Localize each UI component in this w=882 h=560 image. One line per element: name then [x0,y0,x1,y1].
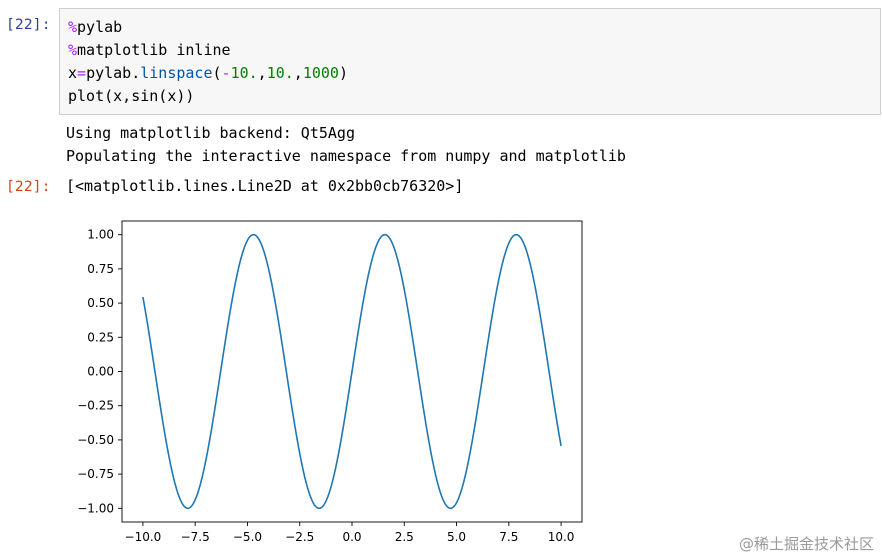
repr-output: [<matplotlib.lines.Line2D at 0x2bb0cb763… [66,177,464,195]
code-operator: = [77,64,87,82]
code-variable: x [68,64,78,82]
code-line-3: x=pylab.linspace(-10.,10.,1000) [68,62,348,85]
stream-line: Populating the interactive namespace fro… [66,147,626,165]
y-tick-label: 0.50 [87,296,114,310]
input-prompt: [22]: [6,17,51,33]
y-tick-label: 0.00 [87,365,114,379]
y-tick-label: 1.00 [87,228,114,242]
x-tick-label: −2.5 [285,530,314,544]
code-line-4: plot(x,sin(x)) [68,87,195,105]
code-line-1: %pylab [68,16,348,39]
code-number: 10. [230,64,258,82]
code-module: pylab. [86,64,141,82]
x-tick-label: −10.0 [125,530,162,544]
x-tick-label: 2.5 [395,530,414,544]
code-line-2: %matplotlib inline [68,39,348,62]
y-tick-label: −1.00 [77,501,114,515]
x-tick-label: 10.0 [548,530,575,544]
y-tick-label: 0.75 [87,262,114,276]
x-tick-label: 0.0 [342,530,361,544]
magic-command: matplotlib inline [77,41,231,59]
magic-symbol: % [68,41,78,59]
code-operator: - [221,64,231,82]
code-comma: , [293,64,303,82]
y-tick-label: −0.25 [77,399,114,413]
stream-output: Using matplotlib backend: Qt5Agg Populat… [66,122,626,168]
y-tick-label: 0.25 [87,330,114,344]
magic-symbol: % [68,18,78,36]
x-tick-label: −5.0 [233,530,262,544]
watermark: @稀土掘金技术社区 [738,535,874,553]
code-paren: ) [338,64,348,82]
x-tick-label: 7.5 [499,530,518,544]
code-paren: ( [212,64,222,82]
code-editor[interactable]: %pylab %matplotlib inline x=pylab.linspa… [68,16,348,108]
y-tick-label: −0.50 [77,433,114,447]
x-tick-label: −7.5 [181,530,210,544]
y-tick-label: −0.75 [77,467,114,481]
stream-line: Using matplotlib backend: Qt5Agg [66,124,355,142]
magic-command: pylab [77,18,123,36]
code-number: 1000 [302,64,339,82]
x-tick-label: 5.0 [447,530,466,544]
code-number: 10. [266,64,294,82]
sine-plot: −10.0 −7.5 −5.0 −2.5 0.0 2.5 5.0 7.5 10.0 1.00 0.7… [77,220,583,544]
code-function: linspace [140,64,213,82]
code-comma: , [257,64,267,82]
code-input-cell[interactable]: %pylab %matplotlib inline x=pylab.linspa… [59,8,881,115]
output-prompt: [22]: [6,179,51,195]
